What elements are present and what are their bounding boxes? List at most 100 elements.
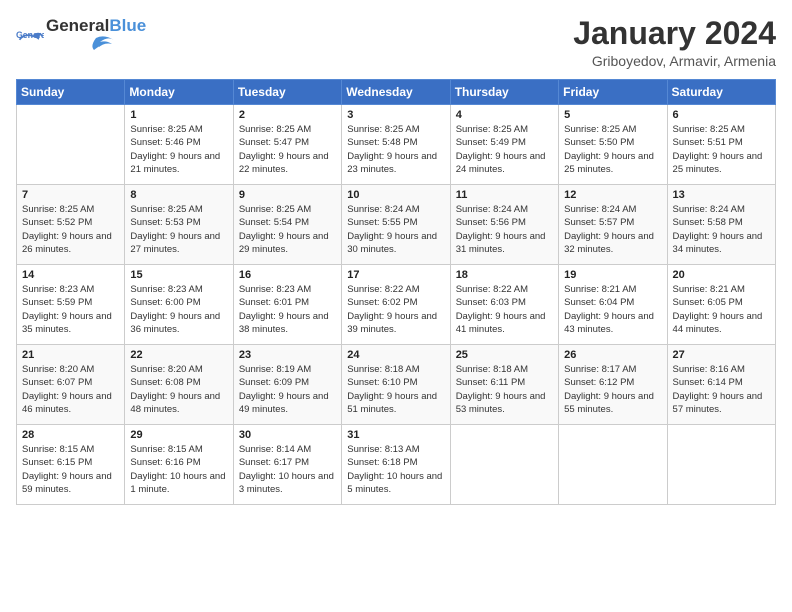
- day-info: Sunrise: 8:13 AMSunset: 6:18 PMDaylight:…: [347, 443, 444, 496]
- calendar-cell: 14 Sunrise: 8:23 AMSunset: 5:59 PMDayligh…: [17, 265, 125, 345]
- day-number: 6: [673, 109, 770, 121]
- day-info: Sunrise: 8:19 AMSunset: 6:09 PMDaylight:…: [239, 363, 336, 416]
- day-number: 8: [130, 189, 227, 201]
- day-info: Sunrise: 8:23 AMSunset: 5:59 PMDaylight:…: [22, 283, 119, 336]
- day-info: Sunrise: 8:24 AMSunset: 5:58 PMDaylight:…: [673, 203, 770, 256]
- calendar-cell: 8 Sunrise: 8:25 AMSunset: 5:53 PMDaylight…: [125, 185, 233, 265]
- calendar-cell: 22 Sunrise: 8:20 AMSunset: 6:08 PMDayligh…: [125, 345, 233, 425]
- page: General GeneralBlue January 2024 Griboye…: [0, 0, 792, 612]
- calendar-table: SundayMondayTuesdayWednesdayThursdayFrid…: [16, 79, 776, 505]
- calendar-cell: 15Sunrise: 8:23 AMSunset: 6:00 PMDayligh…: [125, 265, 233, 345]
- calendar-cell: 7 Sunrise: 8:25 AMSunset: 5:52 PMDaylight…: [17, 185, 125, 265]
- calendar-cell: 31 Sunrise: 8:13 AMSunset: 6:18 PMDayligh…: [342, 425, 450, 505]
- day-info: Sunrise: 8:18 AMSunset: 6:11 PMDaylight:…: [456, 363, 553, 416]
- day-info: Sunrise: 8:25 AMSunset: 5:47 PMDaylight:…: [239, 123, 336, 176]
- logo: General GeneralBlue: [16, 16, 146, 59]
- week-row-4: 21 Sunrise: 8:20 AMSunset: 6:07 PMDayligh…: [17, 345, 776, 425]
- weekday-header-wednesday: Wednesday: [342, 80, 450, 105]
- day-number: 13: [673, 189, 770, 201]
- weekday-header-sunday: Sunday: [17, 80, 125, 105]
- calendar-cell: 6Sunrise: 8:25 AMSunset: 5:51 PMDaylight…: [667, 105, 775, 185]
- day-number: 25: [456, 349, 553, 361]
- day-info: Sunrise: 8:25 AMSunset: 5:54 PMDaylight:…: [239, 203, 336, 256]
- day-info: Sunrise: 8:17 AMSunset: 6:12 PMDaylight:…: [564, 363, 661, 416]
- calendar-title: January 2024: [573, 16, 776, 51]
- calendar-cell: 16 Sunrise: 8:23 AMSunset: 6:01 PMDayligh…: [233, 265, 341, 345]
- day-info: Sunrise: 8:22 AMSunset: 6:02 PMDaylight:…: [347, 283, 444, 336]
- day-info: Sunrise: 8:23 AMSunset: 6:01 PMDaylight:…: [239, 283, 336, 336]
- calendar-cell: 25 Sunrise: 8:18 AMSunset: 6:11 PMDayligh…: [450, 345, 558, 425]
- calendar-cell: 5Sunrise: 8:25 AMSunset: 5:50 PMDaylight…: [559, 105, 667, 185]
- calendar-cell: 9Sunrise: 8:25 AMSunset: 5:54 PMDaylight…: [233, 185, 341, 265]
- day-info: Sunrise: 8:24 AMSunset: 5:57 PMDaylight:…: [564, 203, 661, 256]
- day-info: Sunrise: 8:18 AMSunset: 6:10 PMDaylight:…: [347, 363, 444, 416]
- day-info: Sunrise: 8:20 AMSunset: 6:08 PMDaylight:…: [130, 363, 227, 416]
- day-number: 28: [22, 429, 119, 441]
- calendar-cell: 19Sunrise: 8:21 AMSunset: 6:04 PMDayligh…: [559, 265, 667, 345]
- day-info: Sunrise: 8:21 AMSunset: 6:04 PMDaylight:…: [564, 283, 661, 336]
- weekday-header-tuesday: Tuesday: [233, 80, 341, 105]
- day-info: Sunrise: 8:22 AMSunset: 6:03 PMDaylight:…: [456, 283, 553, 336]
- logo-bird: [46, 36, 126, 54]
- title-block: January 2024 Griboyedov, Armavir, Armeni…: [573, 16, 776, 69]
- day-number: 24: [347, 349, 444, 361]
- day-number: 3: [347, 109, 444, 121]
- day-number: 12: [564, 189, 661, 201]
- day-number: 2: [239, 109, 336, 121]
- calendar-cell: 3 Sunrise: 8:25 AMSunset: 5:48 PMDaylight…: [342, 105, 450, 185]
- day-number: 30: [239, 429, 336, 441]
- calendar-cell: 11Sunrise: 8:24 AMSunset: 5:56 PMDayligh…: [450, 185, 558, 265]
- week-row-1: 1Sunrise: 8:25 AMSunset: 5:46 PMDaylight…: [17, 105, 776, 185]
- calendar-cell: 29Sunrise: 8:15 AMSunset: 6:16 PMDayligh…: [125, 425, 233, 505]
- calendar-cell: [17, 105, 125, 185]
- calendar-cell: 28 Sunrise: 8:15 AMSunset: 6:15 PMDayligh…: [17, 425, 125, 505]
- calendar-cell: 23Sunrise: 8:19 AMSunset: 6:09 PMDayligh…: [233, 345, 341, 425]
- day-info: Sunrise: 8:24 AMSunset: 5:55 PMDaylight:…: [347, 203, 444, 256]
- day-info: Sunrise: 8:25 AMSunset: 5:50 PMDaylight:…: [564, 123, 661, 176]
- calendar-cell: 13 Sunrise: 8:24 AMSunset: 5:58 PMDayligh…: [667, 185, 775, 265]
- day-info: Sunrise: 8:21 AMSunset: 6:05 PMDaylight:…: [673, 283, 770, 336]
- day-info: Sunrise: 8:20 AMSunset: 6:07 PMDaylight:…: [22, 363, 119, 416]
- day-number: 16: [239, 269, 336, 281]
- day-info: Sunrise: 8:14 AMSunset: 6:17 PMDaylight:…: [239, 443, 336, 496]
- logo-general: General: [46, 16, 109, 36]
- calendar-cell: 24 Sunrise: 8:18 AMSunset: 6:10 PMDayligh…: [342, 345, 450, 425]
- week-row-5: 28 Sunrise: 8:15 AMSunset: 6:15 PMDayligh…: [17, 425, 776, 505]
- calendar-cell: 26 Sunrise: 8:17 AMSunset: 6:12 PMDayligh…: [559, 345, 667, 425]
- day-number: 31: [347, 429, 444, 441]
- calendar-cell: [667, 425, 775, 505]
- day-number: 18: [456, 269, 553, 281]
- calendar-cell: 2 Sunrise: 8:25 AMSunset: 5:47 PMDaylight…: [233, 105, 341, 185]
- week-row-2: 7 Sunrise: 8:25 AMSunset: 5:52 PMDaylight…: [17, 185, 776, 265]
- day-number: 29: [130, 429, 227, 441]
- day-info: Sunrise: 8:25 AMSunset: 5:52 PMDaylight:…: [22, 203, 119, 256]
- week-row-3: 14 Sunrise: 8:23 AMSunset: 5:59 PMDayligh…: [17, 265, 776, 345]
- day-number: 21: [22, 349, 119, 361]
- day-number: 15: [130, 269, 227, 281]
- day-info: Sunrise: 8:24 AMSunset: 5:56 PMDaylight:…: [456, 203, 553, 256]
- calendar-subtitle: Griboyedov, Armavir, Armenia: [573, 53, 776, 69]
- weekday-header-friday: Friday: [559, 80, 667, 105]
- day-info: Sunrise: 8:25 AMSunset: 5:46 PMDaylight:…: [130, 123, 227, 176]
- day-info: Sunrise: 8:25 AMSunset: 5:53 PMDaylight:…: [130, 203, 227, 256]
- logo-icon: General: [16, 24, 44, 52]
- day-number: 17: [347, 269, 444, 281]
- day-number: 27: [673, 349, 770, 361]
- calendar-cell: 17 Sunrise: 8:22 AMSunset: 6:02 PMDayligh…: [342, 265, 450, 345]
- logo-blue: Blue: [109, 16, 146, 36]
- day-number: 10: [347, 189, 444, 201]
- weekday-header-monday: Monday: [125, 80, 233, 105]
- calendar-cell: 18 Sunrise: 8:22 AMSunset: 6:03 PMDayligh…: [450, 265, 558, 345]
- day-number: 26: [564, 349, 661, 361]
- calendar-cell: 1Sunrise: 8:25 AMSunset: 5:46 PMDaylight…: [125, 105, 233, 185]
- header: General GeneralBlue January 2024 Griboye…: [16, 16, 776, 69]
- day-number: 14: [22, 269, 119, 281]
- calendar-cell: 10 Sunrise: 8:24 AMSunset: 5:55 PMDayligh…: [342, 185, 450, 265]
- day-number: 7: [22, 189, 119, 201]
- calendar-cell: 30 Sunrise: 8:14 AMSunset: 6:17 PMDayligh…: [233, 425, 341, 505]
- calendar-cell: 12 Sunrise: 8:24 AMSunset: 5:57 PMDayligh…: [559, 185, 667, 265]
- day-number: 22: [130, 349, 227, 361]
- day-info: Sunrise: 8:15 AMSunset: 6:15 PMDaylight:…: [22, 443, 119, 496]
- day-info: Sunrise: 8:25 AMSunset: 5:48 PMDaylight:…: [347, 123, 444, 176]
- day-number: 20: [673, 269, 770, 281]
